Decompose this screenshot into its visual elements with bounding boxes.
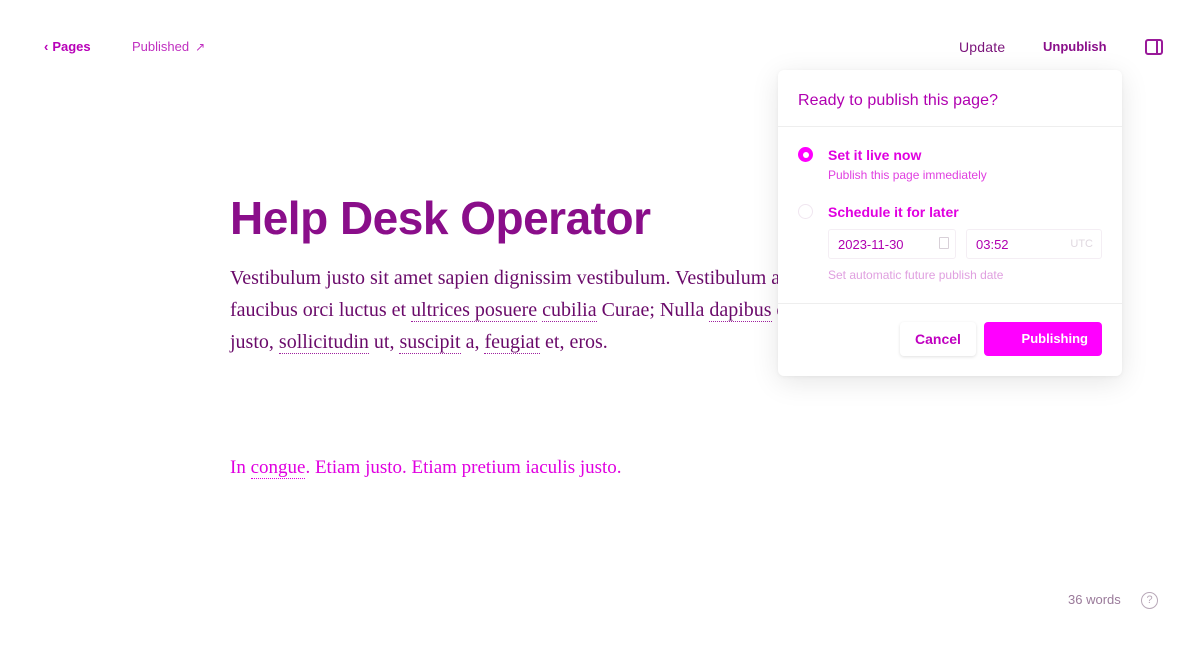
paragraph-text: In: [230, 457, 251, 478]
publish-date-input[interactable]: 2023-11-30: [828, 229, 956, 259]
popover-title: Ready to publish this page?: [798, 92, 999, 109]
spellcheck-word: congue: [250, 457, 306, 479]
editor-page: ‹ Pages Published ↗ Update Unpublish Hel…: [0, 0, 1200, 648]
paragraph-text: ut,: [368, 331, 400, 353]
spellcheck-word: feugiat: [484, 331, 541, 354]
radio-publish-now[interactable]: [798, 147, 813, 162]
schedule-fields: 2023-11-30 03:52 UTC: [828, 229, 1102, 259]
post-paragraph-2[interactable]: In congue. Etiam justo. Etiam pretium ia…: [230, 454, 622, 482]
spellcheck-word: cubilia: [542, 299, 597, 322]
calendar-icon[interactable]: [939, 237, 949, 249]
publish-time-input[interactable]: 03:52 UTC: [966, 229, 1102, 259]
option-now-label[interactable]: Set it live now: [828, 147, 921, 163]
published-status-link[interactable]: Published ↗: [132, 39, 205, 54]
time-value: 03:52: [976, 237, 1009, 252]
paragraph-text: a,: [460, 331, 485, 353]
spellcheck-word: ultrices posuere: [411, 299, 538, 322]
help-icon[interactable]: ?: [1141, 592, 1158, 609]
publish-popover: Ready to publish this page? Set it live …: [778, 70, 1122, 376]
word-count: 36 words: [1068, 592, 1121, 607]
popover-footer: Cancel Publishing: [778, 303, 1122, 376]
status-label: Published: [132, 39, 190, 54]
chevron-left-icon: ‹: [44, 39, 49, 54]
unpublish-button[interactable]: Unpublish: [1043, 39, 1107, 54]
spellcheck-word: sollicitudin: [278, 331, 369, 354]
timezone-label: UTC: [1070, 238, 1093, 250]
option-later-label[interactable]: Schedule it for later: [828, 204, 959, 220]
paragraph-text: Curae; Nulla: [596, 299, 710, 321]
publish-button[interactable]: Publishing: [984, 322, 1102, 356]
cancel-button[interactable]: Cancel: [900, 322, 976, 356]
popover-header: Ready to publish this page?: [778, 70, 1122, 127]
paragraph-text: et, eros.: [540, 331, 608, 353]
update-button[interactable]: Update: [959, 39, 1005, 55]
spellcheck-word: suscipit: [399, 331, 461, 354]
schedule-hint: Set automatic future publish date: [828, 268, 1004, 282]
date-value: 2023-11-30: [838, 237, 904, 252]
sidebar-toggle-icon[interactable]: [1145, 39, 1163, 55]
back-label: Pages: [52, 39, 91, 54]
radio-schedule-later[interactable]: [798, 204, 813, 219]
paragraph-text: . Etiam justo. Etiam pretium iaculis jus…: [305, 457, 622, 478]
spellcheck-word: dapibus: [709, 299, 772, 322]
option-now-description: Publish this page immediately: [828, 168, 987, 182]
arrow-up-right-icon: ↗: [195, 39, 206, 54]
back-to-pages-link[interactable]: ‹ Pages: [44, 39, 91, 54]
